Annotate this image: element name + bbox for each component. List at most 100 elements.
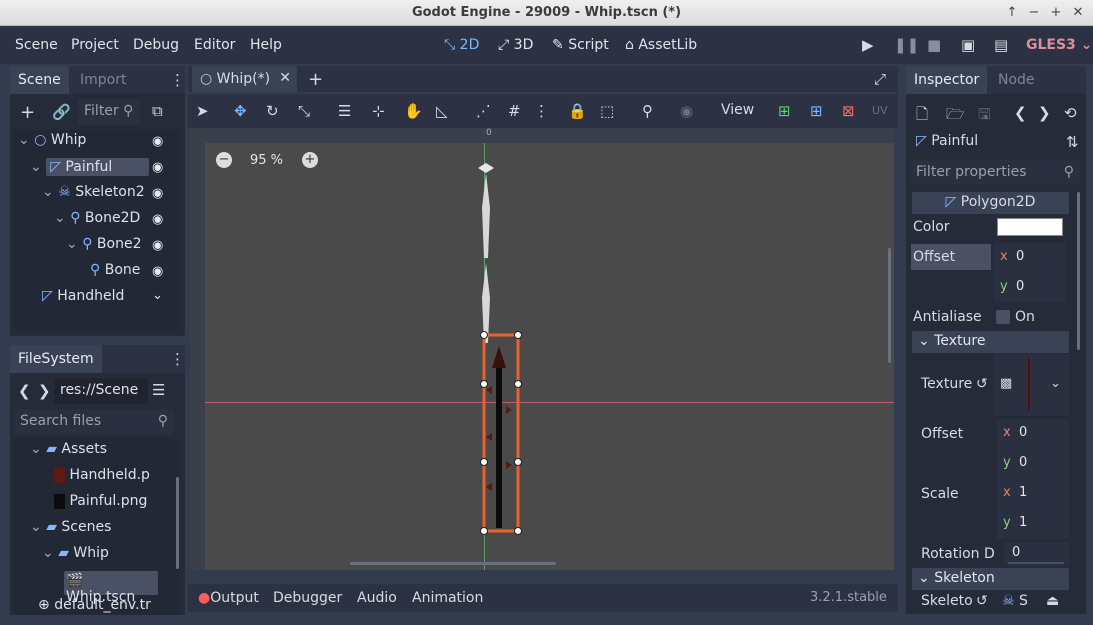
scene-tab-whip[interactable]: ○ Whip(*) ✕ bbox=[192, 66, 297, 92]
add-point-icon[interactable]: ⊞ bbox=[778, 102, 791, 120]
tab-audio[interactable]: Audio bbox=[357, 590, 397, 606]
workspace-script-button[interactable]: ✎ Script bbox=[552, 37, 609, 53]
visibility-eye-icon[interactable]: ◉ bbox=[152, 264, 163, 279]
tree-item-bone2[interactable]: ⌄ ⚲ Bone2 ◉ bbox=[66, 236, 186, 260]
menu-project[interactable]: Project bbox=[71, 37, 119, 53]
workspace-2d-button[interactable]: ⤡ 2D bbox=[444, 37, 479, 53]
visibility-eye-icon[interactable]: ◉ bbox=[152, 238, 163, 253]
view-menu[interactable]: View bbox=[721, 102, 754, 118]
file-item-scenes[interactable]: ⌄ ▰ Scenes bbox=[30, 519, 111, 543]
scale-y-field[interactable]: y1 bbox=[997, 509, 1069, 539]
visibility-hidden-icon[interactable]: ⌄ bbox=[152, 288, 163, 303]
clear-icon[interactable]: ⏏ bbox=[1046, 593, 1059, 609]
search-files-input[interactable]: Search files ⚲ bbox=[14, 409, 174, 435]
texture-offset-x-field[interactable]: x0 bbox=[997, 419, 1069, 449]
window-minimize-button[interactable]: − bbox=[1026, 5, 1042, 20]
file-item-painful[interactable]: Painful.png bbox=[54, 493, 147, 517]
tab-node[interactable]: Node bbox=[990, 66, 1043, 94]
ruler-mode-icon[interactable]: ◺ bbox=[436, 102, 448, 120]
tab-animation[interactable]: Animation bbox=[412, 590, 483, 606]
tree-item-whip[interactable]: ⌄ ○ Whip ◉ bbox=[18, 132, 178, 156]
select-mode-icon[interactable]: ➤ bbox=[196, 102, 209, 120]
history-back-icon[interactable]: ❮ bbox=[1014, 104, 1027, 122]
offset-y-field[interactable]: y0 bbox=[994, 273, 1066, 303]
history-forward-icon[interactable]: ❯ bbox=[1038, 104, 1051, 122]
file-item-handheld[interactable]: Handheld.p bbox=[54, 467, 150, 491]
window-close-button[interactable]: ✕ bbox=[1070, 5, 1086, 20]
window-keep-above-button[interactable]: ↑ bbox=[1004, 5, 1020, 20]
pause-icon[interactable]: ❚❚ bbox=[894, 36, 919, 54]
scale-x-field[interactable]: x1 bbox=[997, 479, 1069, 509]
skeleton-section-header[interactable]: ⌄ Skeleton bbox=[912, 568, 1069, 590]
scale-mode-icon[interactable]: ⤡ bbox=[298, 102, 310, 120]
instance-scene-icon[interactable]: ⧉ bbox=[152, 102, 163, 120]
texture-offset-y-field[interactable]: y0 bbox=[997, 449, 1069, 479]
snap-icon[interactable]: ⋰ bbox=[476, 102, 491, 120]
remove-point-icon[interactable]: ⊠ bbox=[842, 102, 855, 120]
window-maximize-button[interactable]: + bbox=[1048, 5, 1064, 20]
visibility-eye-icon[interactable]: ◉ bbox=[152, 212, 163, 227]
renderer-select[interactable]: GLES3 ⌄ bbox=[1026, 37, 1092, 53]
file-item-whip-folder[interactable]: ⌄ ▰ Whip bbox=[42, 545, 109, 569]
tree-item-bone[interactable]: ⚲ Bone ◉ bbox=[90, 262, 186, 286]
pan-mode-icon[interactable]: ✋ bbox=[404, 102, 423, 120]
forward-icon[interactable]: ❯ bbox=[38, 382, 51, 400]
list-select-icon[interactable]: ☰ bbox=[338, 102, 351, 120]
close-tab-icon[interactable]: ✕ bbox=[279, 70, 291, 86]
file-item-assets[interactable]: ⌄ ▰ Assets bbox=[30, 441, 107, 465]
play-icon[interactable]: ▶ bbox=[862, 36, 874, 54]
camera-override-icon[interactable]: ◉ bbox=[680, 102, 693, 120]
tab-filesystem[interactable]: FileSystem bbox=[10, 345, 102, 373]
visibility-eye-icon[interactable]: ◉ bbox=[152, 160, 163, 175]
tree-item-painful[interactable]: ⌄ ◸ Painful ◉ bbox=[30, 158, 180, 182]
play-custom-scene-icon[interactable]: ▤ bbox=[994, 36, 1008, 54]
filesystem-scrollbar[interactable] bbox=[176, 477, 179, 569]
offset-x-field[interactable]: x0 bbox=[994, 243, 1066, 273]
workspace-assetlib-button[interactable]: ⌂ AssetLib bbox=[625, 37, 697, 53]
group-icon[interactable]: ⬚ bbox=[600, 102, 614, 120]
menu-scene[interactable]: Scene bbox=[15, 37, 58, 53]
skeleton-path-field[interactable]: ☠ S bbox=[1002, 593, 1028, 609]
play-scene-icon[interactable]: ▣ bbox=[961, 36, 975, 54]
grid-icon[interactable]: # bbox=[508, 102, 521, 120]
tab-scene[interactable]: Scene bbox=[10, 66, 69, 94]
filter-properties-input[interactable]: Filter properties ⚲ bbox=[910, 160, 1080, 184]
edit-point-icon[interactable]: ⊞ bbox=[810, 102, 823, 120]
tab-import[interactable]: Import bbox=[72, 66, 134, 94]
rotate-mode-icon[interactable]: ↻ bbox=[266, 102, 279, 120]
new-resource-icon[interactable]: 🗋 bbox=[916, 104, 928, 129]
pivot-icon[interactable]: ⊹ bbox=[372, 102, 385, 120]
skeleton-options-icon[interactable]: ⚲ bbox=[642, 102, 653, 120]
file-item-default-env[interactable]: ⊕ default_env.tr bbox=[38, 597, 151, 615]
visibility-eye-icon[interactable]: ◉ bbox=[152, 134, 163, 149]
tab-output[interactable]: ●Output bbox=[198, 590, 259, 606]
antialiased-checkbox[interactable] bbox=[996, 310, 1010, 324]
tab-inspector[interactable]: Inspector bbox=[906, 66, 988, 94]
object-properties-icon[interactable]: ⇅ bbox=[1066, 133, 1079, 151]
dock-menu-icon[interactable]: ⋮ bbox=[170, 350, 185, 368]
color-swatch[interactable] bbox=[997, 218, 1063, 236]
menu-editor[interactable]: Editor bbox=[194, 37, 235, 53]
workspace-3d-button[interactable]: ⤢ 3D bbox=[498, 37, 533, 53]
dock-menu-icon[interactable]: ⋮ bbox=[170, 71, 185, 89]
visibility-eye-icon[interactable]: ◉ bbox=[152, 186, 163, 201]
tree-item-handheld[interactable]: ◸ Handheld ⌄ bbox=[42, 288, 182, 312]
canvas-viewport[interactable]: 0 − 95 % + bbox=[190, 128, 894, 570]
uv-editor-button[interactable]: UV bbox=[872, 104, 888, 117]
path-input[interactable]: res://Scene bbox=[54, 378, 148, 404]
chevron-down-icon[interactable]: ⌄ bbox=[1050, 376, 1061, 391]
rotation-slider[interactable]: 0 bbox=[1004, 542, 1069, 566]
add-tab-icon[interactable]: + bbox=[308, 69, 323, 90]
inspector-scrollbar[interactable] bbox=[1077, 192, 1080, 350]
tree-item-bone2d[interactable]: ⌄ ⚲ Bone2D ◉ bbox=[54, 210, 184, 234]
menu-help[interactable]: Help bbox=[250, 37, 282, 53]
history-icon[interactable]: ⟲ bbox=[1064, 104, 1077, 122]
texture-picker[interactable]: ▩ ⌄ bbox=[994, 354, 1069, 416]
add-node-icon[interactable]: + bbox=[20, 102, 35, 123]
file-item-whip-tscn[interactable]: 🎬 Whip.tscn bbox=[64, 571, 158, 605]
reset-icon[interactable]: ↺ bbox=[976, 593, 988, 609]
snap-menu-icon[interactable]: ⋮ bbox=[534, 102, 549, 120]
viewport-vscroll[interactable] bbox=[888, 248, 891, 363]
open-resource-icon[interactable]: 🗁 bbox=[946, 104, 965, 129]
move-mode-icon[interactable]: ✥ bbox=[234, 102, 247, 120]
